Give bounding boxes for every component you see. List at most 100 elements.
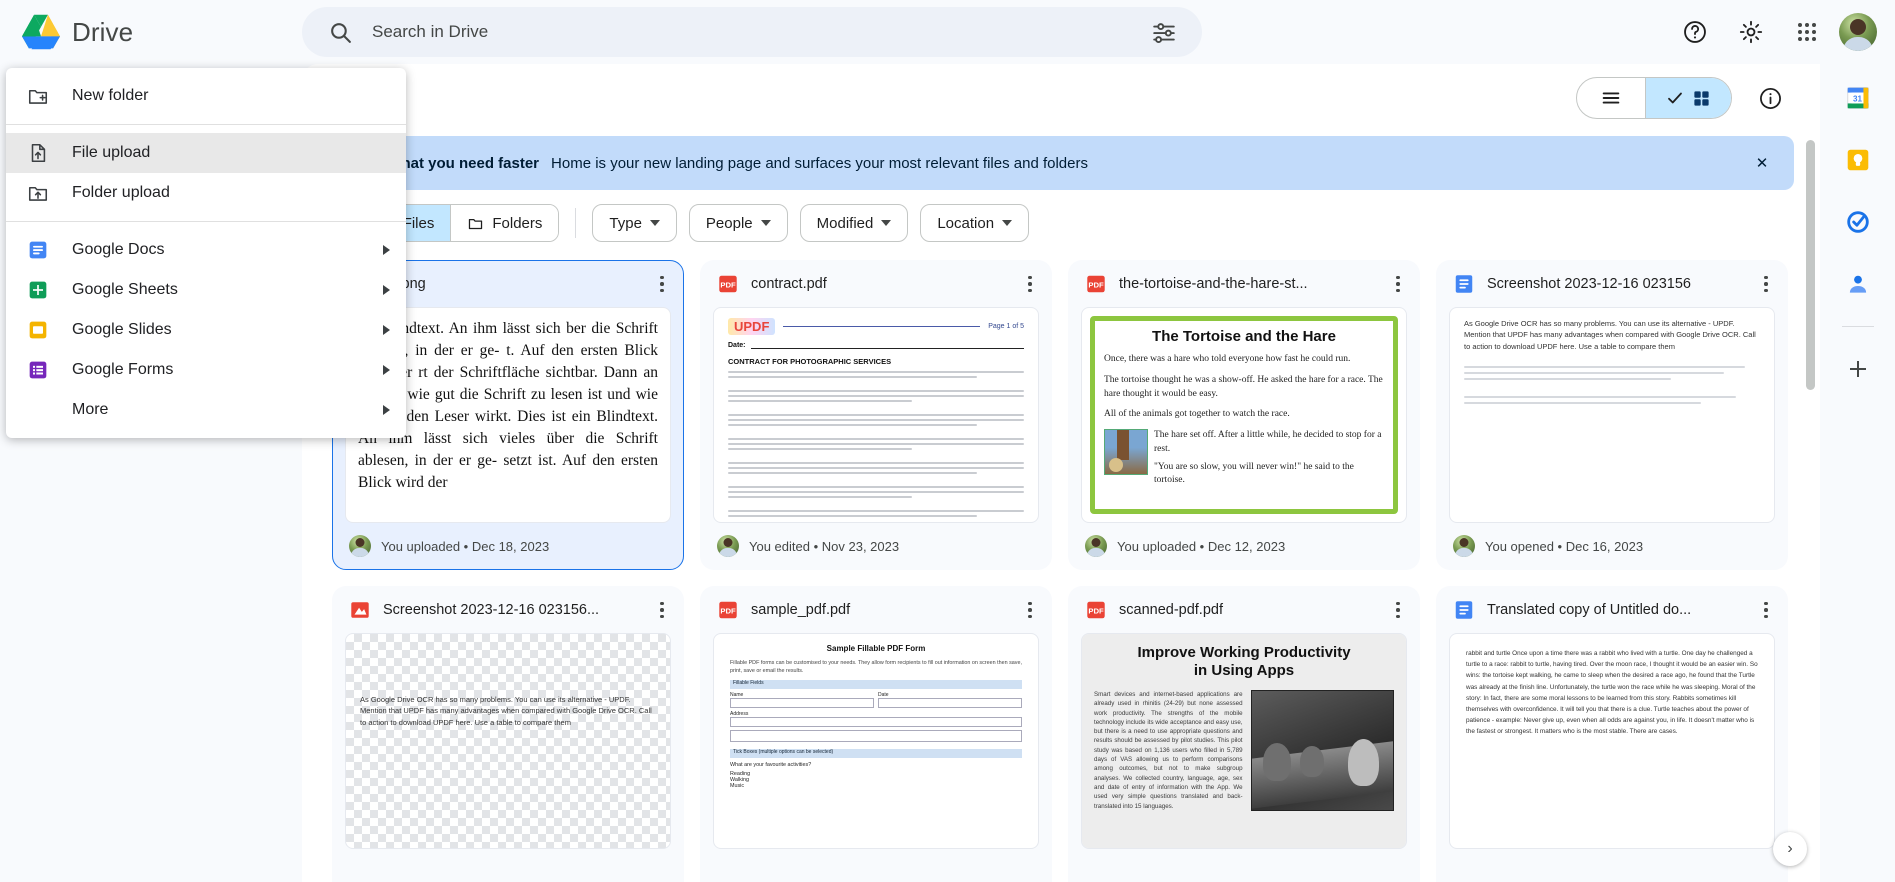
google-keep-icon[interactable] [1838, 140, 1878, 180]
more-options-icon[interactable] [1381, 593, 1415, 627]
form-title: Sample Fillable PDF Form [826, 644, 926, 653]
file-card[interactable]: PDF scanned-pdf.pdf Improve Working Prod… [1068, 586, 1420, 882]
google-contacts-icon[interactable] [1838, 264, 1878, 304]
svg-text:PDF: PDF [720, 607, 736, 616]
file-card[interactable]: PDF the-tortoise-and-the-hare-st... The … [1068, 260, 1420, 570]
folder-icon [469, 218, 483, 229]
file-upload-icon [26, 141, 50, 165]
menu-item-label: New folder [72, 87, 149, 104]
menu-separator [6, 221, 406, 222]
menu-item-label: File upload [72, 144, 151, 161]
story-paragraph: The tortoise thought he was a show-off. … [1104, 374, 1383, 399]
more-options-icon[interactable] [1013, 267, 1047, 301]
file-name: scanned-pdf.pdf [1119, 602, 1223, 618]
file-card-header: PDF sample_pdf.pdf [701, 587, 1051, 633]
google-calendar-icon[interactable]: 31 [1838, 78, 1878, 118]
chip-location[interactable]: Location [920, 204, 1030, 242]
info-icon[interactable] [1746, 74, 1794, 122]
more-options-icon[interactable] [1381, 267, 1415, 301]
file-name: contract.pdf [751, 276, 827, 292]
more-options-icon[interactable] [645, 267, 679, 301]
list-view-button[interactable] [1577, 78, 1645, 118]
slide-title-line1: Improve Working Productivity [1137, 644, 1351, 661]
menu-item-folder-upload[interactable]: Folder upload [6, 173, 406, 213]
file-card[interactable]: PDF sample_pdf.pdf Sample Fillable PDF F… [700, 586, 1052, 882]
file-thumbnail: Improve Working Productivity in Using Ap… [1081, 633, 1407, 849]
menu-item-label: Google Slides [72, 321, 172, 338]
google-forms-icon [26, 358, 50, 382]
file-name: ss.png [383, 276, 633, 292]
google-slides-icon [26, 318, 50, 342]
google-docs-file-icon [1453, 599, 1475, 621]
search-input[interactable] [364, 21, 1140, 43]
google-sheets-icon [26, 278, 50, 302]
submenu-arrow-icon [383, 245, 390, 255]
menu-item-google-slides[interactable]: Google Slides [6, 310, 406, 350]
file-card[interactable]: Screenshot 2023-12-16 023156 As Google D… [1436, 260, 1788, 570]
slide-body: Smart devices and internet-based applica… [1094, 691, 1243, 810]
file-meta: You uploaded • Dec 18, 2023 [381, 538, 550, 554]
svg-text:31: 31 [1852, 94, 1862, 103]
svg-text:PDF: PDF [1088, 607, 1104, 616]
form-section-1: Fillable Fields [730, 680, 1022, 690]
drive-logo-icon [20, 13, 62, 51]
gear-icon[interactable] [1727, 8, 1775, 56]
avatar[interactable] [1839, 13, 1877, 51]
add-app-icon[interactable] [1838, 349, 1878, 389]
file-thumbnail: As Google Drive OCR has so many problems… [1449, 307, 1775, 523]
new-folder-icon [26, 84, 50, 108]
chip-modified[interactable]: Modified [799, 204, 909, 242]
next-page-icon[interactable]: › [1773, 832, 1807, 866]
header-actions [1671, 8, 1895, 56]
banner-close-icon[interactable]: ✕ [1742, 143, 1782, 183]
search-icon[interactable] [316, 8, 364, 56]
file-card-header: Screenshot 2023-12-16 023156 [1437, 261, 1787, 307]
menu-item-google-forms[interactable]: Google Forms [6, 350, 406, 390]
rail-divider [1841, 326, 1874, 327]
menu-item-google-docs[interactable]: Google Docs [6, 230, 406, 270]
pdf-file-icon: PDF [717, 273, 739, 295]
file-meta: You opened • Dec 16, 2023 [1485, 538, 1644, 554]
pdf-file-icon: PDF [1085, 273, 1107, 295]
more-options-icon[interactable] [645, 593, 679, 627]
file-card[interactable]: Screenshot 2023-12-16 023156... As Googl… [332, 586, 684, 882]
thumbnail-form: Sample Fillable PDF Form Fillable PDF fo… [714, 634, 1038, 799]
file-card[interactable]: PDF contract.pdf UPDF Page 1 of 5 Date: [700, 260, 1052, 570]
more-options-icon[interactable] [1013, 593, 1047, 627]
form-intro: Fillable PDF forms can be customised to … [730, 660, 1022, 675]
more-options-icon[interactable] [1749, 267, 1783, 301]
help-icon[interactable] [1671, 8, 1719, 56]
file-thumbnail: The Tortoise and the Hare Once, there wa… [1081, 307, 1407, 523]
menu-separator [6, 124, 406, 125]
menu-item-new-folder[interactable]: New folder [6, 76, 406, 116]
chip-type[interactable]: Type [592, 204, 677, 242]
file-card-footer: You uploaded • Dec 18, 2023 [333, 523, 683, 569]
pdf-file-icon: PDF [1085, 599, 1107, 621]
chip-folders[interactable]: Folders [450, 205, 559, 241]
view-toggle[interactable] [1576, 77, 1732, 119]
apps-grid-icon[interactable] [1783, 8, 1831, 56]
file-card-footer [1069, 849, 1419, 882]
date-label: Date: [728, 342, 746, 349]
chip-people[interactable]: People [688, 204, 788, 242]
file-card-footer: You edited • Nov 23, 2023 [701, 523, 1051, 569]
slide-photo [1250, 690, 1394, 811]
vertical-scrollbar[interactable] [1806, 140, 1815, 390]
search-bar[interactable] [302, 7, 1202, 57]
avatar-head [1850, 19, 1866, 36]
more-options-icon[interactable] [1749, 593, 1783, 627]
google-tasks-icon[interactable] [1838, 202, 1878, 242]
grid-view-button[interactable] [1645, 78, 1731, 118]
menu-item-label: Folder upload [72, 184, 170, 201]
new-context-menu: New folder File upload Folder upload Goo… [6, 68, 406, 438]
file-card-header: PDF scanned-pdf.pdf [1069, 587, 1419, 633]
file-card[interactable]: Translated copy of Untitled do... rabbit… [1436, 586, 1788, 882]
menu-item-google-sheets[interactable]: Google Sheets [6, 270, 406, 310]
menu-item-file-upload[interactable]: File upload [6, 133, 406, 173]
tune-icon[interactable] [1140, 8, 1188, 56]
menu-item-more[interactable]: More [6, 390, 406, 430]
thumbnail-tortoise: The Tortoise and the Hare Once, there wa… [1082, 308, 1406, 522]
chip-people-label: People [705, 214, 753, 232]
file-thumbnail: UPDF Page 1 of 5 Date: CONTRACT FOR PHOT… [713, 307, 1039, 523]
banner-message: Home is your new landing page and surfac… [551, 154, 1088, 172]
